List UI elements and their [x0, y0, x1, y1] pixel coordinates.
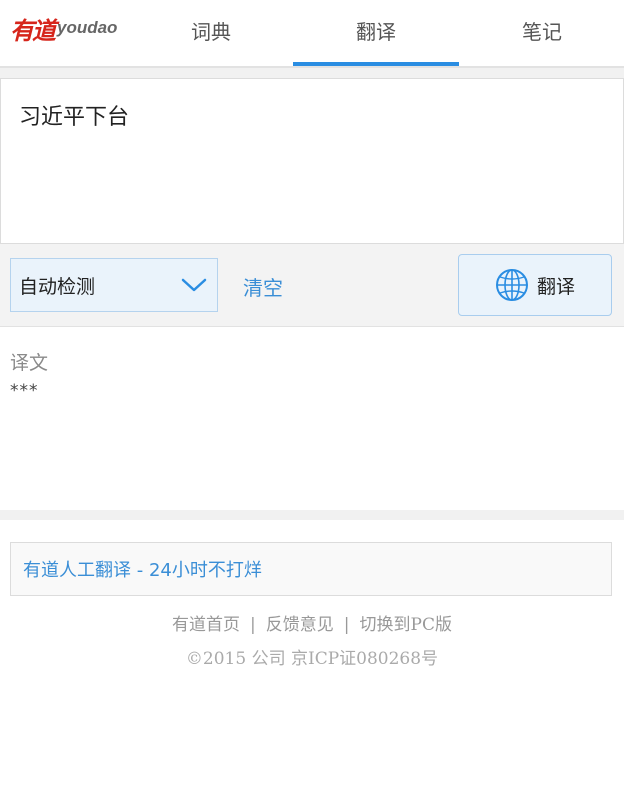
- result-heading: 译文: [10, 352, 49, 374]
- logo-english-text: youdao: [57, 18, 118, 37]
- chevron-down-icon: [181, 278, 207, 292]
- human-translation-text: 有道人工翻译 - 24小时不打烊: [23, 560, 262, 581]
- header: 有道 youdao 词典 翻译 笔记: [0, 0, 624, 66]
- footer-separator: |: [343, 615, 350, 635]
- tab-translate[interactable]: 翻译: [293, 0, 459, 60]
- youdao-logo[interactable]: 有道 youdao: [10, 12, 118, 45]
- translate-button[interactable]: 翻译: [458, 254, 612, 316]
- source-text-value: 习近平下台: [19, 105, 130, 130]
- result-text: ***: [10, 381, 39, 401]
- section-gap: [0, 510, 624, 520]
- language-select-value: 自动检测: [19, 275, 96, 298]
- footer-link-feedback[interactable]: 反馈意见: [266, 615, 334, 635]
- footer-link-home[interactable]: 有道首页: [172, 615, 240, 635]
- source-text-input[interactable]: 习近平下台: [0, 78, 624, 244]
- controls-bar: 自动检测 清空 翻译: [0, 244, 624, 327]
- tab-notes[interactable]: 笔记: [459, 0, 624, 60]
- globe-icon: [495, 269, 528, 301]
- footer-separator: |: [250, 615, 256, 635]
- section-gap: [0, 68, 624, 78]
- footer-link-pc-version[interactable]: 切换到PC版: [360, 615, 452, 635]
- language-select[interactable]: 自动检测: [10, 258, 218, 312]
- tab-dictionary[interactable]: 词典: [128, 0, 294, 60]
- copyright-text: ©2015 公司 京ICP证080268号: [185, 649, 439, 669]
- logo-chinese-text: 有道: [10, 15, 56, 45]
- footer-links: 有道首页 | 反馈意见 | 切换到PC版: [0, 610, 624, 635]
- translate-button-label: 翻译: [536, 275, 575, 298]
- human-translation-link[interactable]: 有道人工翻译 - 24小时不打烊: [10, 542, 612, 596]
- clear-button[interactable]: 清空: [243, 272, 283, 301]
